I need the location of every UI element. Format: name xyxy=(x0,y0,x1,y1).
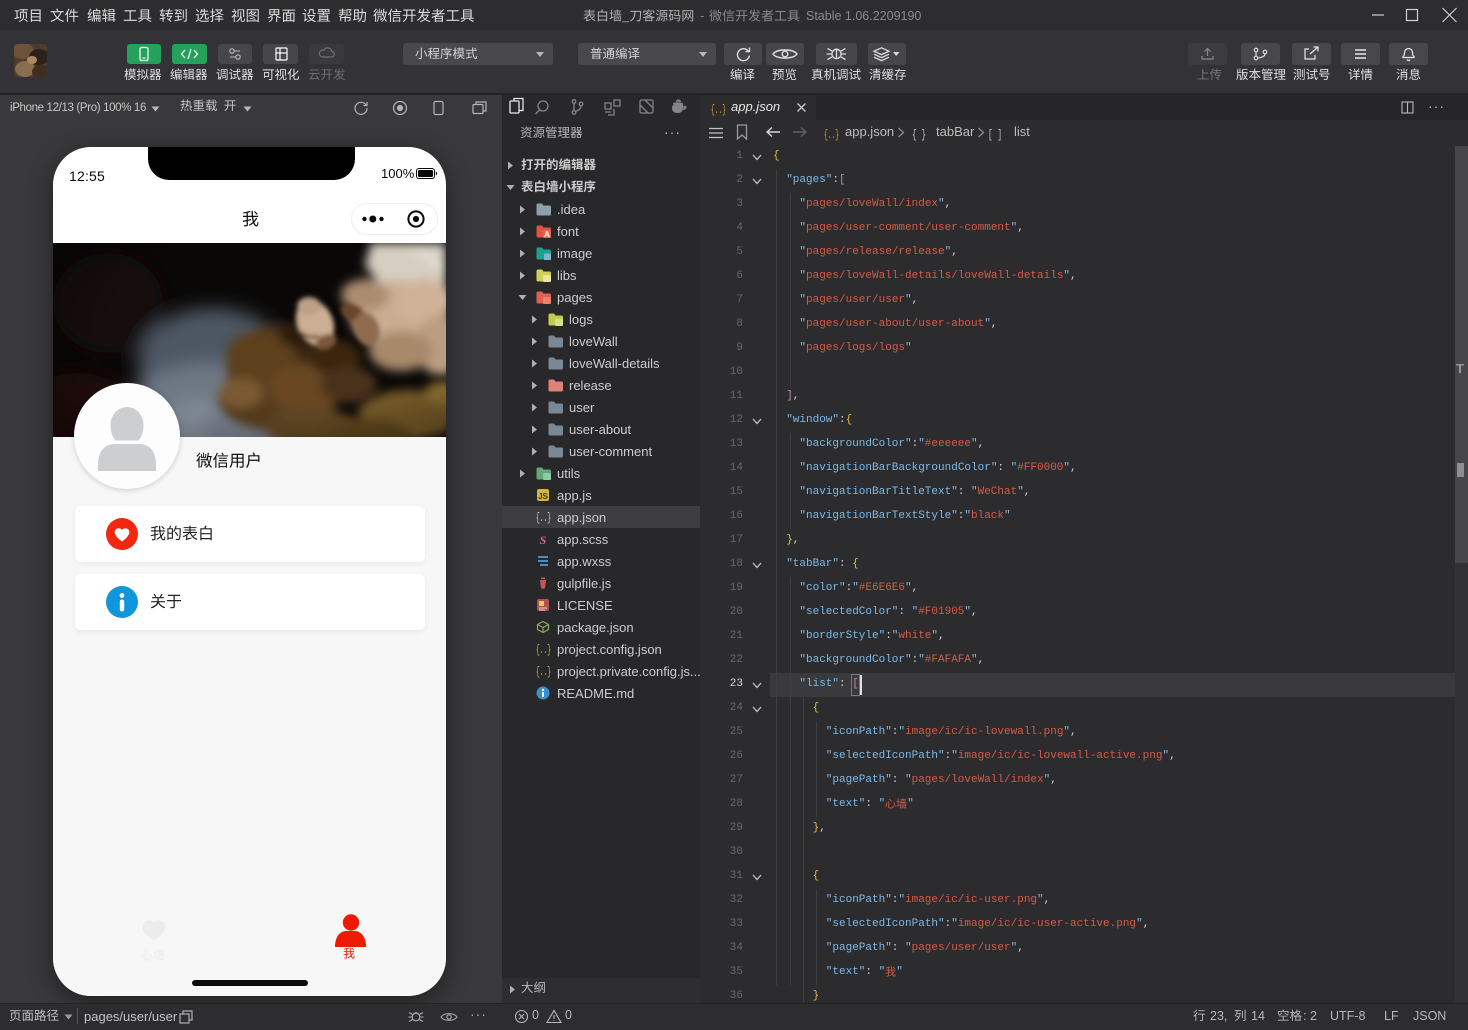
svg-text:{..}: {..} xyxy=(536,511,551,524)
svg-text:{..}: {..} xyxy=(824,128,839,141)
svg-text:{..}: {..} xyxy=(711,103,726,116)
svg-text:{..}: {..} xyxy=(536,643,551,656)
svg-text:{..}: {..} xyxy=(536,665,551,678)
svg-text:[ ]: [ ] xyxy=(988,128,1002,141)
svg-text:{ }: { } xyxy=(912,128,926,141)
svg-text:A: A xyxy=(544,230,550,238)
svg-text:S: S xyxy=(540,533,547,546)
svg-text:JS: JS xyxy=(538,492,548,501)
